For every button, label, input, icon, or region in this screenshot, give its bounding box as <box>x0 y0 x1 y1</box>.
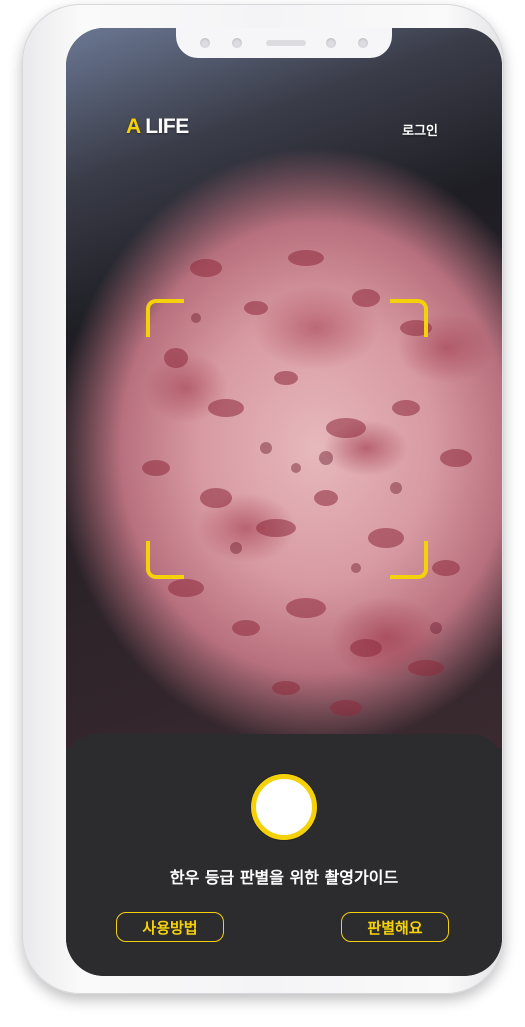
sensor-dot-icon <box>358 38 368 48</box>
shutter-button[interactable] <box>251 774 317 840</box>
logo-text: LIFE <box>139 115 189 138</box>
how-to-use-button[interactable]: 사용방법 <box>116 912 224 942</box>
viewfinder-corner-top-right-icon <box>390 299 428 337</box>
camera-preview: A LIFE 로그인 <box>66 28 502 748</box>
sensor-dot-icon <box>232 38 242 48</box>
viewfinder-corner-bottom-left-icon <box>146 541 184 579</box>
app-screen: A LIFE 로그인 한우 등급 판별을 위한 촬영가이드 사용방법 판별해요 <box>66 28 502 976</box>
app-logo: A LIFE <box>126 115 189 139</box>
speaker-grille-icon <box>266 40 306 46</box>
phone-notch <box>176 28 392 58</box>
logo-accent-letter: A <box>126 115 140 138</box>
login-link[interactable]: 로그인 <box>402 120 438 139</box>
judge-button[interactable]: 판별해요 <box>341 912 449 942</box>
viewfinder-corner-bottom-right-icon <box>390 541 428 579</box>
viewfinder-corner-top-left-icon <box>146 299 184 337</box>
phone-frame: A LIFE 로그인 한우 등급 판별을 위한 촬영가이드 사용방법 판별해요 <box>22 4 504 994</box>
shooting-guide-text: 한우 등급 판별을 위한 촬영가이드 <box>169 868 399 887</box>
capture-panel: 한우 등급 판별을 위한 촬영가이드 사용방법 판별해요 <box>66 734 502 976</box>
sensor-dot-icon <box>200 38 210 48</box>
front-camera-icon <box>326 38 336 48</box>
